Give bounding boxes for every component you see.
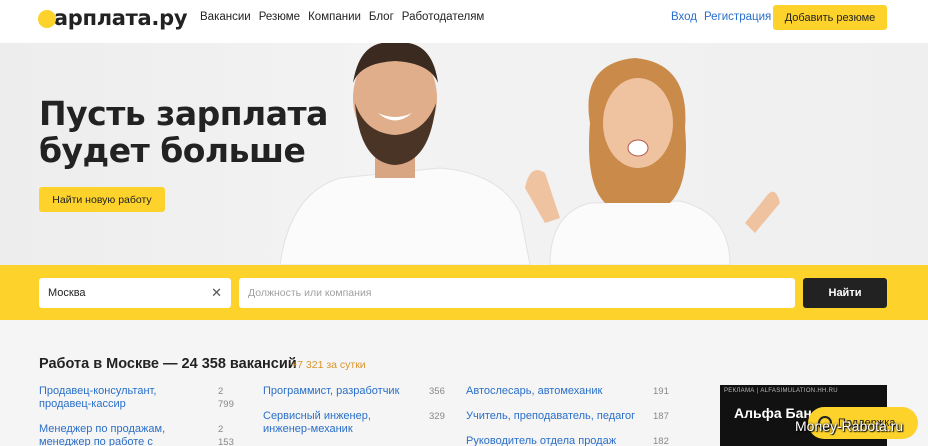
section-delta: +7 321 за сутки	[291, 359, 366, 371]
category-count: 182	[653, 436, 669, 446]
category-count: 356	[429, 386, 445, 397]
category-item[interactable]: Руководитель отдела продаж 182	[466, 435, 669, 446]
category-column-3: Автослесарь, автомеханик 191 Учитель, пр…	[466, 385, 669, 446]
site-header: зарплата.ру Вакансии Резюме Компании Бло…	[0, 0, 928, 43]
category-column-2: Программист, разработчик 356 Сервисный и…	[263, 385, 445, 436]
ad-caption: РЕКЛАМА | ALFASIMULATION.HH.RU	[724, 388, 838, 394]
register-link[interactable]: Регистрация	[704, 11, 771, 23]
section-title: Работа в Москве — 24 358 вакансий	[39, 356, 297, 372]
city-value: Москва	[48, 287, 86, 299]
category-title: Учитель, преподаватель, педагог	[466, 410, 636, 422]
category-item[interactable]: Учитель, преподаватель, педагог 187	[466, 410, 669, 435]
category-title: Руководитель отдела продаж	[466, 435, 617, 446]
hero-title: Пусть зарплата будет больше	[39, 94, 328, 170]
nav-blog[interactable]: Блог	[369, 11, 394, 23]
category-item[interactable]: Продавец-консультант, продавец-кассир 2 …	[39, 385, 234, 423]
nav-companies[interactable]: Компании	[308, 11, 361, 23]
nav-employers[interactable]: Работодателям	[402, 11, 485, 23]
category-item[interactable]: Сервисный инженер, инженер-механик 329	[263, 410, 445, 436]
category-count: 329	[429, 411, 445, 422]
hero-banner: Пусть зарплата будет больше Найти новую …	[0, 43, 928, 265]
main-nav: Вакансии Резюме Компании Блог Работодате…	[200, 11, 484, 23]
category-count: 2 799	[218, 386, 234, 410]
find-button[interactable]: Найти	[803, 278, 887, 308]
logo-text: зарплата.ру	[42, 6, 188, 30]
category-title: Сервисный инженер, инженер-механик	[263, 410, 371, 435]
category-count: 2 153	[218, 424, 234, 446]
hero-people-image	[279, 43, 780, 265]
search-input[interactable]	[239, 278, 795, 308]
woman-figure	[525, 58, 780, 265]
category-count: 187	[653, 411, 669, 422]
category-item[interactable]: Автослесарь, автомеханик 191	[466, 385, 669, 410]
nav-resumes[interactable]: Резюме	[259, 11, 300, 23]
category-column-1: Продавец-консультант, продавец-кассир 2 …	[39, 385, 234, 446]
logo[interactable]: зарплата.ру	[38, 6, 188, 30]
city-select[interactable]: Москва ✕	[39, 278, 231, 308]
category-title: Продавец-консультант, продавец-кассир	[39, 385, 157, 410]
category-title: Менеджер по продажам, менеджер по работе…	[39, 423, 166, 446]
category-item[interactable]: Менеджер по продажам, менеджер по работе…	[39, 423, 234, 446]
category-title: Автослесарь, автомеханик	[466, 385, 603, 397]
clear-city-icon[interactable]: ✕	[211, 285, 222, 301]
nav-vacancies[interactable]: Вакансии	[200, 11, 251, 23]
find-new-job-button[interactable]: Найти новую работу	[39, 187, 165, 212]
logo-dot-icon	[38, 10, 56, 28]
add-resume-button[interactable]: Добавить резюме	[773, 5, 887, 30]
search-band: Москва ✕ Найти	[0, 265, 928, 320]
watermark: Money-Rabota.ru	[795, 418, 904, 434]
category-count: 191	[653, 386, 669, 397]
category-title: Программист, разработчик	[263, 385, 400, 397]
category-item[interactable]: Программист, разработчик 356	[263, 385, 445, 410]
login-link[interactable]: Вход	[671, 11, 697, 23]
